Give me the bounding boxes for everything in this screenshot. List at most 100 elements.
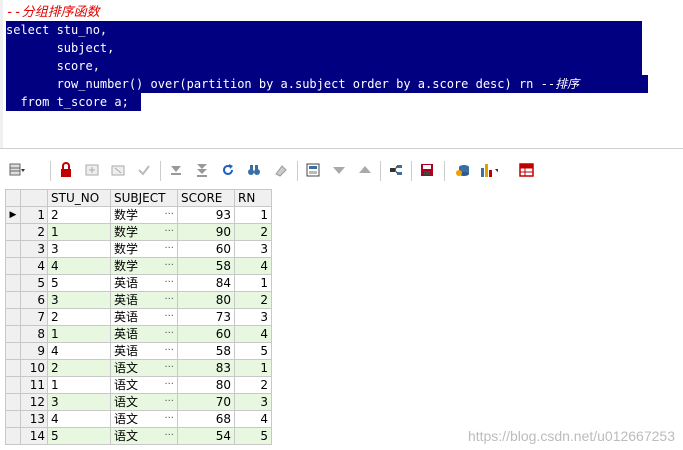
cell-subject[interactable]: 数学 ···: [110, 223, 178, 241]
table-row[interactable]: 10 2 语文 ··· 83 1: [5, 359, 272, 377]
cell-stu-no[interactable]: 3: [47, 393, 111, 411]
cell-editor-button[interactable]: ···: [164, 394, 174, 410]
cell-score[interactable]: 90: [177, 223, 235, 241]
cell-score[interactable]: 58: [177, 342, 235, 360]
table-row[interactable]: 12 3 语文 ··· 70 3: [5, 393, 272, 411]
table-row[interactable]: 6 3 英语 ··· 80 2: [5, 291, 272, 309]
cell-subject[interactable]: 数学 ···: [110, 257, 178, 275]
cell-subject[interactable]: 英语 ···: [110, 291, 178, 309]
cell-rn[interactable]: 5: [234, 342, 272, 360]
cell-subject[interactable]: 英语 ···: [110, 274, 178, 292]
cell-score[interactable]: 93: [177, 206, 235, 224]
cell-subject[interactable]: 语文 ···: [110, 393, 178, 411]
grid-menu-icon[interactable]: [8, 161, 26, 179]
export-icon[interactable]: [387, 161, 405, 179]
table-row[interactable]: 9 4 英语 ··· 58 5: [5, 342, 272, 360]
column-header-subject[interactable]: SUBJECT: [110, 189, 178, 207]
cell-subject[interactable]: 语文 ···: [110, 427, 178, 445]
results-grid[interactable]: STU_NO SUBJECT SCORE RN ▶ 1 2 数学 ··· 93 1 2 1 数学 ·…: [5, 189, 272, 445]
cell-editor-button[interactable]: ···: [164, 343, 174, 359]
cell-editor-button[interactable]: ···: [164, 309, 174, 325]
query-by-example-icon[interactable]: [304, 161, 322, 179]
cell-editor-button[interactable]: ···: [164, 326, 174, 342]
cell-editor-button[interactable]: ···: [164, 275, 174, 291]
cell-rn[interactable]: 2: [234, 376, 272, 394]
add-record-icon[interactable]: [83, 161, 101, 179]
cell-editor-button[interactable]: ···: [164, 360, 174, 376]
cell-score[interactable]: 70: [177, 393, 235, 411]
cell-subject[interactable]: 英语 ···: [110, 325, 178, 343]
post-icon[interactable]: [135, 161, 153, 179]
cell-subject[interactable]: 语文 ···: [110, 376, 178, 394]
filter-icon[interactable]: [330, 161, 348, 179]
cell-subject[interactable]: 语文 ···: [110, 410, 178, 428]
cell-rn[interactable]: 1: [234, 359, 272, 377]
cell-score[interactable]: 83: [177, 359, 235, 377]
cell-stu-no[interactable]: 5: [47, 427, 111, 445]
cell-editor-button[interactable]: ···: [164, 411, 174, 427]
cell-score[interactable]: 68: [177, 410, 235, 428]
sql-editor[interactable]: --分组排序函数 select stu_no, subject, score, …: [0, 0, 683, 149]
cell-subject[interactable]: 英语 ···: [110, 308, 178, 326]
column-header-stu-no[interactable]: STU_NO: [47, 189, 111, 207]
table-row[interactable]: 13 4 语文 ··· 68 4: [5, 410, 272, 428]
last-record-icon[interactable]: [193, 161, 211, 179]
delete-record-icon[interactable]: [109, 161, 127, 179]
cell-stu-no[interactable]: 1: [47, 376, 111, 394]
cell-stu-no[interactable]: 3: [47, 240, 111, 258]
cell-subject[interactable]: 英语 ···: [110, 342, 178, 360]
save-icon[interactable]: [418, 161, 436, 179]
cell-editor-button[interactable]: ···: [164, 258, 174, 274]
table-row[interactable]: 5 5 英语 ··· 84 1: [5, 274, 272, 292]
column-header-rn[interactable]: RN: [234, 189, 272, 207]
table-row[interactable]: 7 2 英语 ··· 73 3: [5, 308, 272, 326]
cell-rn[interactable]: 5: [234, 427, 272, 445]
lock-icon[interactable]: [57, 161, 75, 179]
chart-icon[interactable]: [480, 161, 498, 179]
cell-score[interactable]: 60: [177, 240, 235, 258]
cell-rn[interactable]: 2: [234, 291, 272, 309]
find-icon[interactable]: [245, 161, 263, 179]
refresh-icon[interactable]: [219, 161, 237, 179]
cell-stu-no[interactable]: 1: [47, 325, 111, 343]
cell-rn[interactable]: 2: [234, 223, 272, 241]
table-row[interactable]: 11 1 语文 ··· 80 2: [5, 376, 272, 394]
cell-subject[interactable]: 语文 ···: [110, 359, 178, 377]
cell-rn[interactable]: 4: [234, 257, 272, 275]
cell-rn[interactable]: 3: [234, 308, 272, 326]
table-view-icon[interactable]: [519, 161, 537, 179]
cell-rn[interactable]: 3: [234, 393, 272, 411]
cell-editor-button[interactable]: ···: [164, 428, 174, 444]
cell-editor-button[interactable]: ···: [164, 241, 174, 257]
cell-score[interactable]: 60: [177, 325, 235, 343]
table-row[interactable]: 4 4 数学 ··· 58 4: [5, 257, 272, 275]
cell-subject[interactable]: 数学 ···: [110, 206, 178, 224]
cell-stu-no[interactable]: 5: [47, 274, 111, 292]
cell-stu-no[interactable]: 4: [47, 257, 111, 275]
cell-score[interactable]: 80: [177, 376, 235, 394]
cell-stu-no[interactable]: 1: [47, 223, 111, 241]
cell-rn[interactable]: 1: [234, 206, 272, 224]
cell-editor-button[interactable]: ···: [164, 292, 174, 308]
column-header-score[interactable]: SCORE: [177, 189, 235, 207]
cell-score[interactable]: 58: [177, 257, 235, 275]
cell-editor-button[interactable]: ···: [164, 377, 174, 393]
next-record-icon[interactable]: [167, 161, 185, 179]
clear-icon[interactable]: [271, 161, 289, 179]
table-row[interactable]: ▶ 1 2 数学 ··· 93 1: [5, 206, 272, 224]
cell-stu-no[interactable]: 2: [47, 359, 111, 377]
cell-stu-no[interactable]: 2: [47, 308, 111, 326]
cell-score[interactable]: 54: [177, 427, 235, 445]
cell-score[interactable]: 84: [177, 274, 235, 292]
cell-score[interactable]: 80: [177, 291, 235, 309]
table-row[interactable]: 14 5 语文 ··· 54 5: [5, 427, 272, 445]
cell-stu-no[interactable]: 4: [47, 342, 111, 360]
cell-score[interactable]: 73: [177, 308, 235, 326]
cell-subject[interactable]: 数学 ···: [110, 240, 178, 258]
table-row[interactable]: 3 3 数学 ··· 60 3: [5, 240, 272, 258]
cell-rn[interactable]: 1: [234, 274, 272, 292]
cell-rn[interactable]: 4: [234, 325, 272, 343]
cell-stu-no[interactable]: 2: [47, 206, 111, 224]
sort-icon[interactable]: [356, 161, 374, 179]
cell-stu-no[interactable]: 3: [47, 291, 111, 309]
